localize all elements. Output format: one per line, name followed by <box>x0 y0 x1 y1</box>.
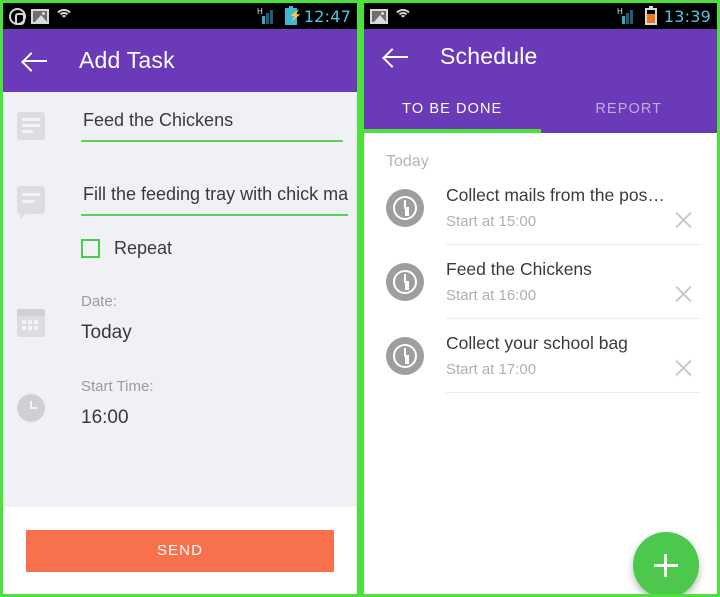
date-label: Date: <box>81 293 117 310</box>
task-title-input[interactable]: Feed the Chickens <box>81 102 343 142</box>
add-task-form: Feed the Chickens Fill the feeding tray … <box>3 92 357 507</box>
date-value[interactable]: Today <box>81 322 132 344</box>
date-row[interactable]: Date: Today <box>3 293 357 344</box>
start-time-value[interactable]: 16:00 <box>81 407 154 429</box>
battery-charging-icon: ⚡ <box>284 5 303 25</box>
signal-bars-icon: H <box>257 7 281 24</box>
status-icons-left <box>9 7 73 25</box>
right-status-bar: H 13:39 <box>364 3 717 29</box>
schedule-list: Today Collect mails from the pos… Start … <box>364 133 717 594</box>
whatsapp-icon <box>9 7 26 25</box>
comment-bubble-icon <box>17 186 49 219</box>
task-title: Collect your school bag <box>446 333 628 353</box>
status-clock: 13:39 <box>663 6 711 26</box>
wifi-icon <box>54 8 73 24</box>
left-app-bar: Add Task <box>3 29 357 92</box>
signal-bars-icon: H <box>617 7 641 24</box>
status-clock: 12:47 <box>303 6 351 26</box>
repeat-checkbox[interactable] <box>81 239 100 258</box>
status-icons-right: H 13:39 <box>617 5 711 26</box>
page-title: Schedule <box>440 43 538 69</box>
close-icon[interactable] <box>673 209 695 231</box>
add-task-fab[interactable] <box>633 532 699 594</box>
screenshot-stage: H ⚡ 12:47 Add Task Feed the Chickens Fil… <box>0 0 720 597</box>
wifi-icon <box>393 8 412 24</box>
clock-avatar-icon <box>386 189 424 227</box>
start-time-label: Start Time: <box>81 378 154 395</box>
tab-report[interactable]: REPORT <box>541 84 718 133</box>
task-row[interactable]: Collect mails from the pos… Start at 15:… <box>364 171 717 245</box>
task-lines-icon <box>17 112 49 140</box>
title-field[interactable]: Feed the Chickens <box>81 102 343 142</box>
task-subtitle: Start at 15:00 <box>446 213 537 230</box>
task-content: Feed the Chickens Start at 16:00 <box>446 259 701 319</box>
repeat-label: Repeat <box>114 238 173 258</box>
repeat-row[interactable]: Repeat <box>3 238 357 259</box>
task-description-input[interactable]: Fill the feeding tray with chick ma <box>81 176 349 216</box>
task-subtitle: Start at 16:00 <box>446 287 537 304</box>
battery-low-icon <box>644 5 657 25</box>
send-button[interactable]: SEND <box>26 529 334 572</box>
back-arrow-icon[interactable] <box>382 42 412 72</box>
task-title: Collect mails from the pos… <box>446 185 665 205</box>
description-field[interactable]: Fill the feeding tray with chick ma <box>81 176 349 216</box>
close-icon[interactable] <box>673 283 695 305</box>
status-icons-left <box>370 8 412 24</box>
start-time-row[interactable]: Start Time: 16:00 <box>3 378 357 429</box>
right-app-bar: Schedule <box>364 29 717 84</box>
tab-bar: TO BE DONE REPORT <box>364 84 717 133</box>
back-arrow-icon[interactable] <box>21 46 51 76</box>
status-icons-right: H ⚡ 12:47 <box>257 5 351 26</box>
day-header: Today <box>386 153 429 170</box>
field-gap <box>3 142 357 176</box>
clock-icon <box>17 394 49 429</box>
title-field-row: Feed the Chickens <box>3 102 357 142</box>
image-icon <box>370 8 388 24</box>
network-type-label: H <box>256 7 263 16</box>
tab-to-be-done[interactable]: TO BE DONE <box>364 84 541 133</box>
left-status-bar: H ⚡ 12:47 <box>3 3 357 29</box>
network-type-label: H <box>616 7 623 16</box>
task-title: Feed the Chickens <box>446 259 592 279</box>
left-phone-panel: H ⚡ 12:47 Add Task Feed the Chickens Fil… <box>3 3 357 594</box>
close-icon[interactable] <box>673 357 695 379</box>
start-time-body: Start Time: 16:00 <box>81 378 154 429</box>
task-content: Collect mails from the pos… Start at 15:… <box>446 185 701 245</box>
send-area: SEND <box>3 507 357 594</box>
description-field-row: Fill the feeding tray with chick ma <box>3 176 357 219</box>
clock-avatar-icon <box>386 263 424 301</box>
date-body: Date: Today <box>81 293 132 344</box>
right-phone-panel: H 13:39 Schedule TO BE DONE REPORT Today <box>364 3 717 594</box>
task-content: Collect your school bag Start at 17:00 <box>446 333 701 393</box>
page-title: Add Task <box>79 47 175 73</box>
task-row[interactable]: Collect your school bag Start at 17:00 <box>364 319 717 393</box>
calendar-icon <box>17 309 49 344</box>
task-subtitle: Start at 17:00 <box>446 361 537 378</box>
task-row[interactable]: Feed the Chickens Start at 16:00 <box>364 245 717 319</box>
clock-avatar-icon <box>386 337 424 375</box>
image-icon <box>31 8 49 24</box>
